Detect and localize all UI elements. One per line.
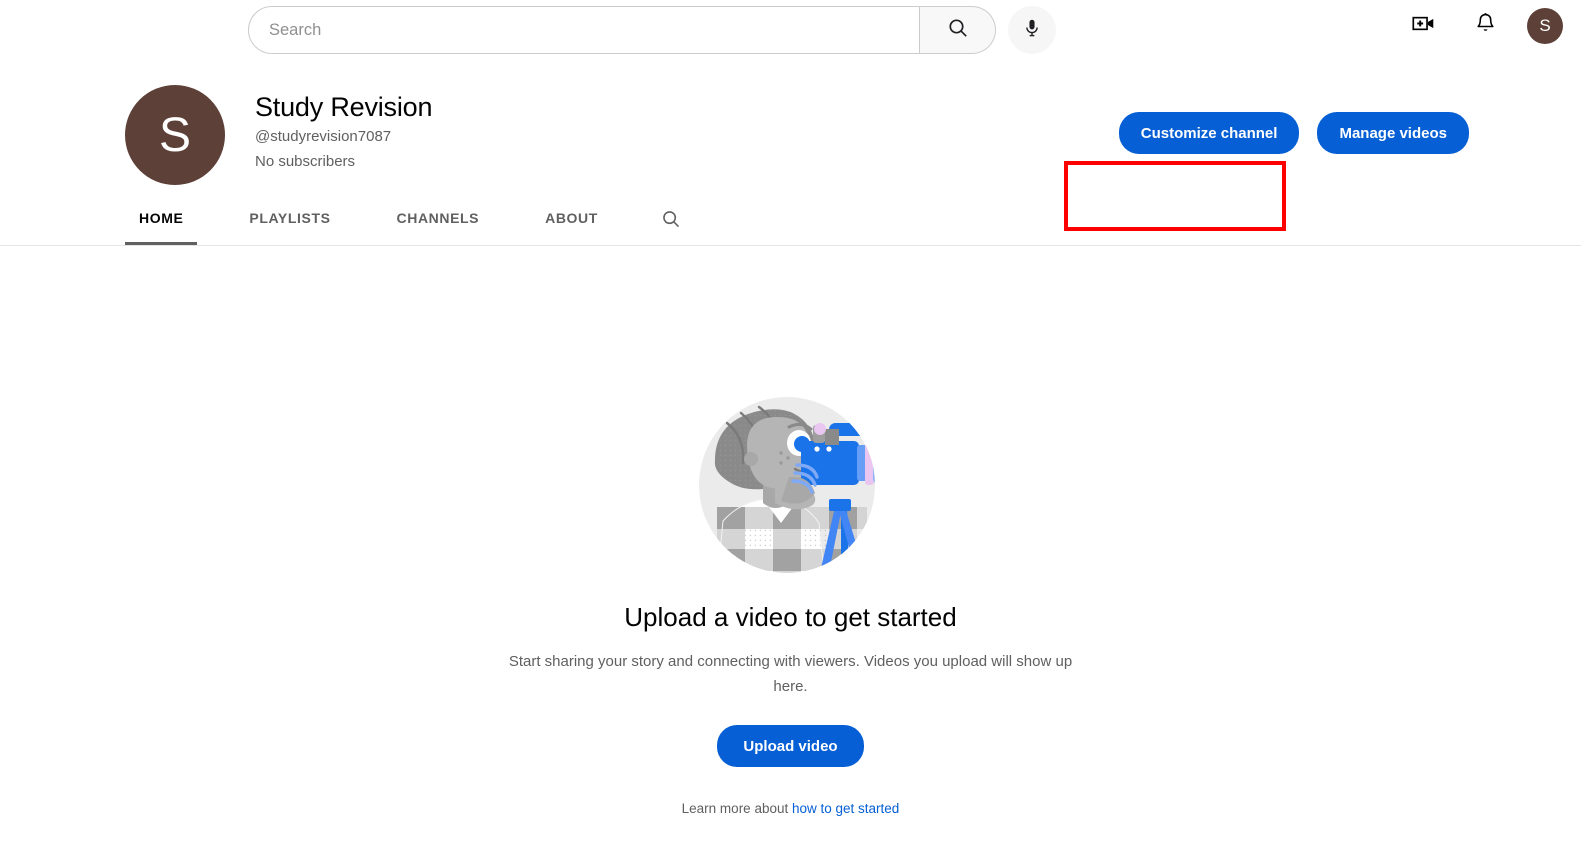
person-filming-with-camera-illustration xyxy=(689,389,893,582)
search-input[interactable] xyxy=(267,10,887,50)
tab-channels[interactable]: CHANNELS xyxy=(383,198,494,245)
empty-state-title: Upload a video to get started xyxy=(624,602,957,632)
bell-icon xyxy=(1473,11,1498,41)
channel-handle: @studyrevision7087 xyxy=(255,128,392,145)
tab-playlists[interactable]: PLAYLISTS xyxy=(235,198,344,245)
microphone-icon xyxy=(1021,17,1043,44)
how-to-get-started-link[interactable]: how to get started xyxy=(792,801,899,816)
empty-state: Upload a video to get started Start shar… xyxy=(0,246,1581,859)
upload-video-button[interactable]: Upload video xyxy=(717,725,864,767)
search-area xyxy=(248,6,1056,54)
search-box[interactable] xyxy=(248,6,920,54)
masthead: S xyxy=(0,0,1581,60)
channel-tabs: HOME PLAYLISTS CHANNELS ABOUT xyxy=(0,198,1581,246)
search-icon xyxy=(946,16,970,45)
channel-avatar-letter: S xyxy=(158,108,191,162)
empty-state-description: Start sharing your story and connecting … xyxy=(508,653,1073,695)
channel-avatar[interactable]: S xyxy=(125,85,225,185)
voice-search-button[interactable] xyxy=(1008,6,1056,54)
create-video-icon xyxy=(1411,11,1436,41)
search-icon xyxy=(660,208,682,235)
create-video-button[interactable] xyxy=(1403,6,1443,46)
account-avatar-letter: S xyxy=(1539,16,1551,35)
notifications-button[interactable] xyxy=(1465,6,1505,46)
search-button[interactable] xyxy=(920,6,996,54)
channel-meta: Study Revision @studyrevision7087 No sub… xyxy=(255,90,432,174)
manage-videos-button[interactable]: Manage videos xyxy=(1317,112,1469,154)
channel-search-button[interactable] xyxy=(650,198,692,245)
channel-subscriber-count: No subscribers xyxy=(255,153,356,170)
learn-more-row: Learn more about how to get started xyxy=(682,801,900,816)
account-avatar[interactable]: S xyxy=(1527,8,1563,44)
customize-channel-button[interactable]: Customize channel xyxy=(1118,112,1300,154)
learn-more-prefix: Learn more about xyxy=(681,801,789,816)
masthead-actions: S xyxy=(1403,6,1563,46)
tab-about[interactable]: ABOUT xyxy=(531,198,612,245)
channel-title: Study Revision xyxy=(255,92,433,122)
channel-action-buttons: Customize channel Manage videos xyxy=(1118,112,1469,154)
tab-home[interactable]: HOME xyxy=(125,198,198,245)
